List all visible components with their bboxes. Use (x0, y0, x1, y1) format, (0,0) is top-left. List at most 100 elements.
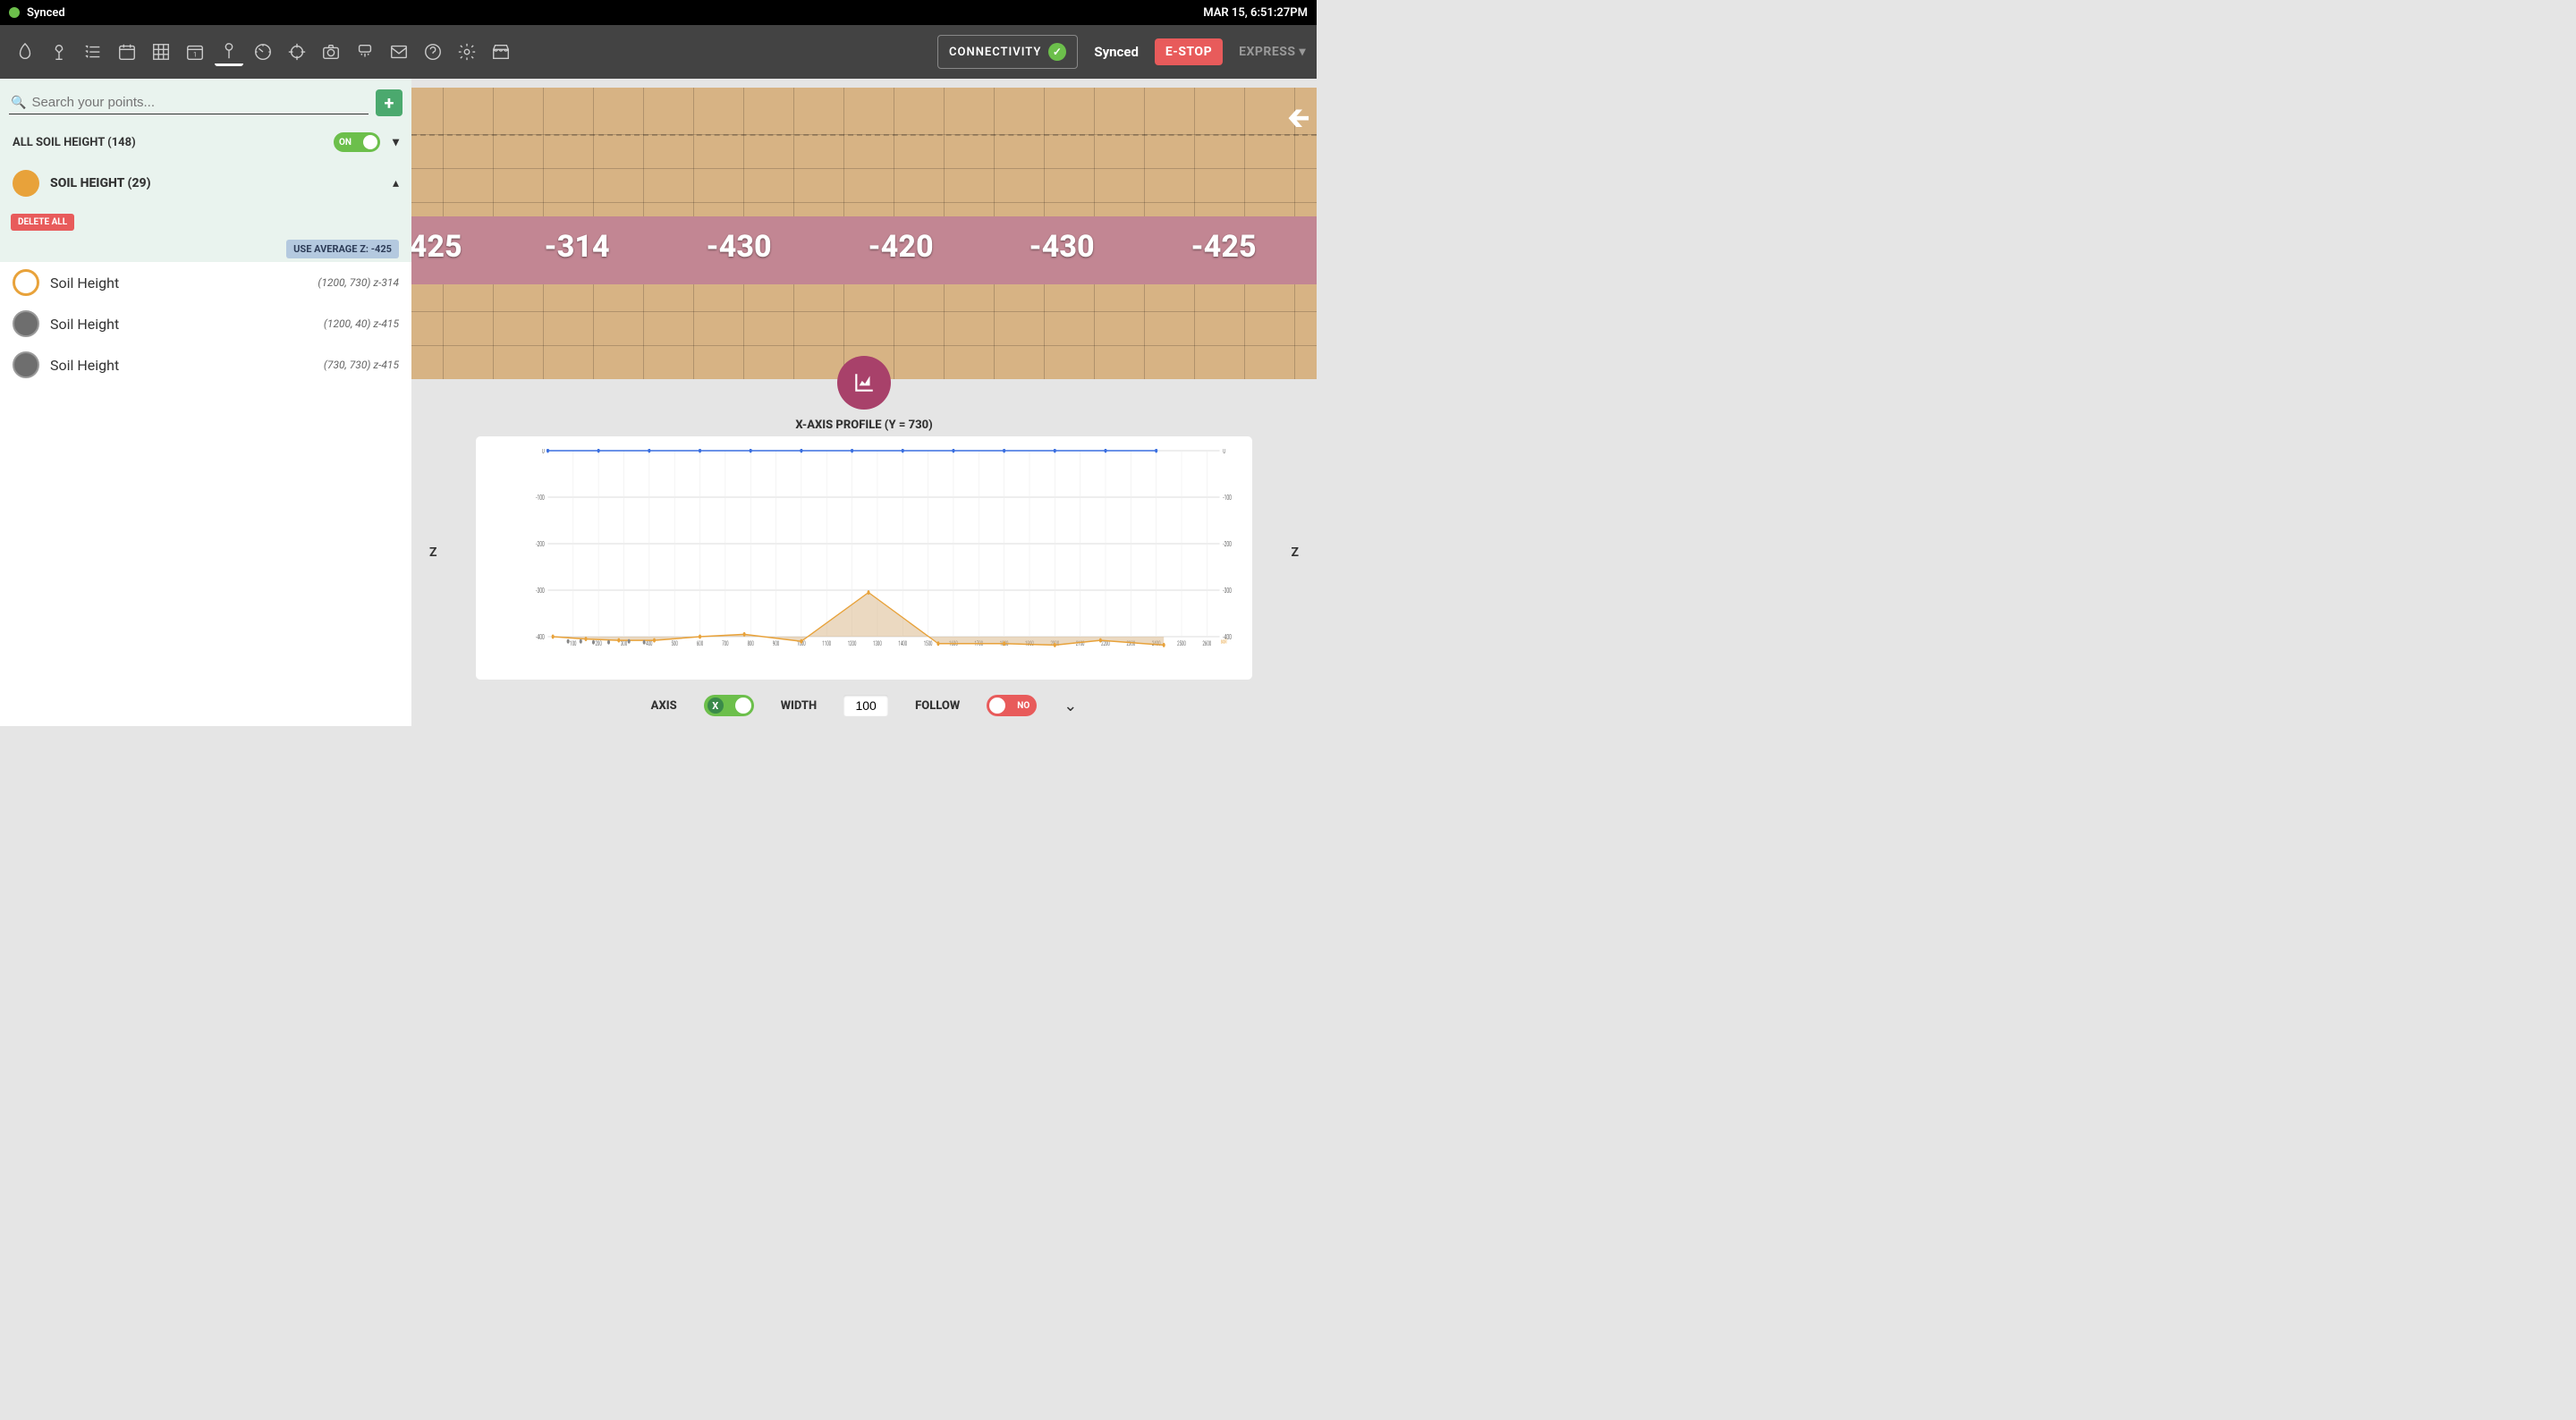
search-icon: 🔍 (11, 96, 26, 110)
profile-chart: 00-100-100-200-200-300-300-400-400100200… (476, 436, 1252, 680)
check-icon: ✓ (1048, 43, 1066, 61)
gear-icon[interactable] (453, 38, 481, 66)
svg-text:800: 800 (748, 641, 754, 647)
express-dropdown[interactable]: EXPRESS ▾ (1239, 45, 1306, 59)
estop-button[interactable]: E-STOP (1155, 38, 1223, 65)
group-color-dot (13, 170, 39, 197)
svg-text:2500: 2500 (1177, 641, 1186, 647)
point-row[interactable]: Soil Height(730, 730) z-415 (0, 344, 411, 385)
svg-text:500: 500 (672, 641, 678, 647)
axis-toggle[interactable]: X (704, 695, 754, 716)
water-icon[interactable] (351, 38, 379, 66)
mail-icon[interactable] (385, 38, 413, 66)
chevron-down-icon[interactable]: ⌄ (1063, 697, 1077, 715)
follow-toggle[interactable]: NO (987, 695, 1037, 716)
svg-text:safe: safe (1221, 449, 1228, 451)
depth-value: -425 (411, 229, 462, 265)
svg-text:-100: -100 (1223, 494, 1232, 503)
point-name: Soil Height (50, 357, 313, 374)
point-name: Soil Height (50, 275, 307, 292)
profile-title: X-AXIS PROFILE (Y = 730) (411, 418, 1317, 432)
delete-all-button[interactable]: DELETE ALL (11, 214, 74, 231)
profile-controls: AXIS X WIDTH FOLLOW NO ⌄ (411, 685, 1317, 726)
svg-text:600: 600 (697, 641, 703, 647)
point-marker-dot (13, 351, 39, 378)
caret-down-icon: ▾ (1299, 45, 1306, 59)
z-axis-label-right: Z (1292, 545, 1300, 560)
point-marker-dot (13, 310, 39, 337)
point-coords: (1200, 730) z-314 (318, 276, 399, 289)
back-arrow-button[interactable]: 🡰 (1288, 98, 1309, 144)
camera-icon[interactable] (317, 38, 345, 66)
point-marker-dot (13, 269, 39, 296)
point-row[interactable]: Soil Height(1200, 40) z-415 (0, 303, 411, 344)
plant-icon[interactable] (45, 38, 73, 66)
depth-value: -314 (544, 229, 609, 265)
list-numbered-icon[interactable] (79, 38, 107, 66)
section-toggle[interactable]: ON (334, 132, 380, 152)
shop-icon[interactable] (487, 38, 515, 66)
depth-value: -420 (868, 229, 933, 265)
svg-text:soil: soil (1221, 639, 1227, 646)
svg-text:-100: -100 (536, 494, 545, 503)
svg-text:1200: 1200 (848, 641, 857, 647)
main-toolbar: 1 CONNECTIVITY ✓ Synced E-STOP EXPRESS ▾ (0, 25, 1317, 79)
svg-text:1: 1 (193, 51, 197, 59)
svg-text:700: 700 (722, 641, 728, 647)
gauge-icon[interactable] (249, 38, 277, 66)
sync-status-dot (9, 7, 20, 18)
help-icon[interactable] (419, 38, 447, 66)
calendar-icon[interactable] (113, 38, 141, 66)
top-bar: Synced MAR 15, 6:51:27PM (0, 0, 1317, 25)
z-axis-label-left: Z (429, 545, 437, 560)
add-point-button[interactable]: + (376, 89, 402, 116)
connectivity-button[interactable]: CONNECTIVITY ✓ (937, 35, 1078, 69)
svg-text:2600: 2600 (1203, 641, 1212, 647)
sync-status-text: Synced (27, 6, 65, 20)
svg-text:-400: -400 (536, 633, 545, 642)
point-coords: (1200, 40) z-415 (324, 317, 399, 330)
main-area: -425 -314 -430 -420 -430 -425 🡰 X-AXIS PROFIL… (411, 79, 1317, 726)
pin-icon[interactable] (215, 38, 243, 66)
svg-text:-300: -300 (536, 587, 545, 596)
svg-text:200: 200 (596, 641, 602, 647)
leaf-icon[interactable] (11, 38, 39, 66)
svg-text:400: 400 (646, 641, 652, 647)
grid-icon[interactable] (147, 38, 175, 66)
section-title: ALL SOIL HEIGHT (148) (13, 136, 136, 149)
all-soil-height-header[interactable]: ALL SOIL HEIGHT (148) ON ▾ (0, 123, 411, 161)
svg-text:1100: 1100 (822, 641, 831, 647)
svg-text:900: 900 (773, 641, 779, 647)
group-title: SOIL HEIGHT (29) (50, 176, 369, 190)
chevron-up-icon: ▴ (393, 176, 399, 190)
svg-text:100: 100 (570, 641, 576, 647)
search-input[interactable] (31, 95, 367, 110)
synced-status: Synced (1094, 44, 1139, 60)
calendar-day-icon[interactable]: 1 (181, 38, 209, 66)
datetime-text: MAR 15, 6:51:27PM (1203, 6, 1308, 20)
svg-text:1500: 1500 (924, 641, 933, 647)
svg-text:0: 0 (542, 449, 545, 455)
svg-text:1400: 1400 (898, 641, 907, 647)
svg-text:-300: -300 (1223, 587, 1232, 596)
svg-text:-200: -200 (1223, 540, 1232, 549)
connectivity-label: CONNECTIVITY (949, 46, 1041, 59)
point-row[interactable]: Soil Height (1200, 730) z-314 (0, 262, 411, 303)
follow-label: FOLLOW (915, 699, 960, 713)
points-sidebar: 🔍 + ALL SOIL HEIGHT (148) ON ▾ SOIL HEIG… (0, 79, 411, 726)
depth-value: -430 (1029, 229, 1094, 265)
crosshair-icon[interactable] (283, 38, 311, 66)
points-list: Soil Height(1200, 730) z-314Soil Height(… (0, 262, 411, 726)
svg-text:-200: -200 (536, 540, 545, 549)
depth-value: -430 (706, 229, 771, 265)
chevron-down-icon: ▾ (393, 135, 399, 149)
svg-text:300: 300 (621, 641, 627, 647)
width-input[interactable] (843, 695, 888, 716)
field-map[interactable]: -425 -314 -430 -420 -430 -425 🡰 (411, 88, 1317, 379)
axis-label: AXIS (651, 699, 677, 713)
chart-toggle-button[interactable] (837, 356, 891, 410)
use-average-button[interactable]: USE AVERAGE Z: -425 (286, 240, 399, 258)
svg-text:1300: 1300 (873, 641, 882, 647)
soil-height-group-header[interactable]: SOIL HEIGHT (29) ▴ (0, 161, 411, 206)
depth-value: -425 (1191, 229, 1256, 265)
